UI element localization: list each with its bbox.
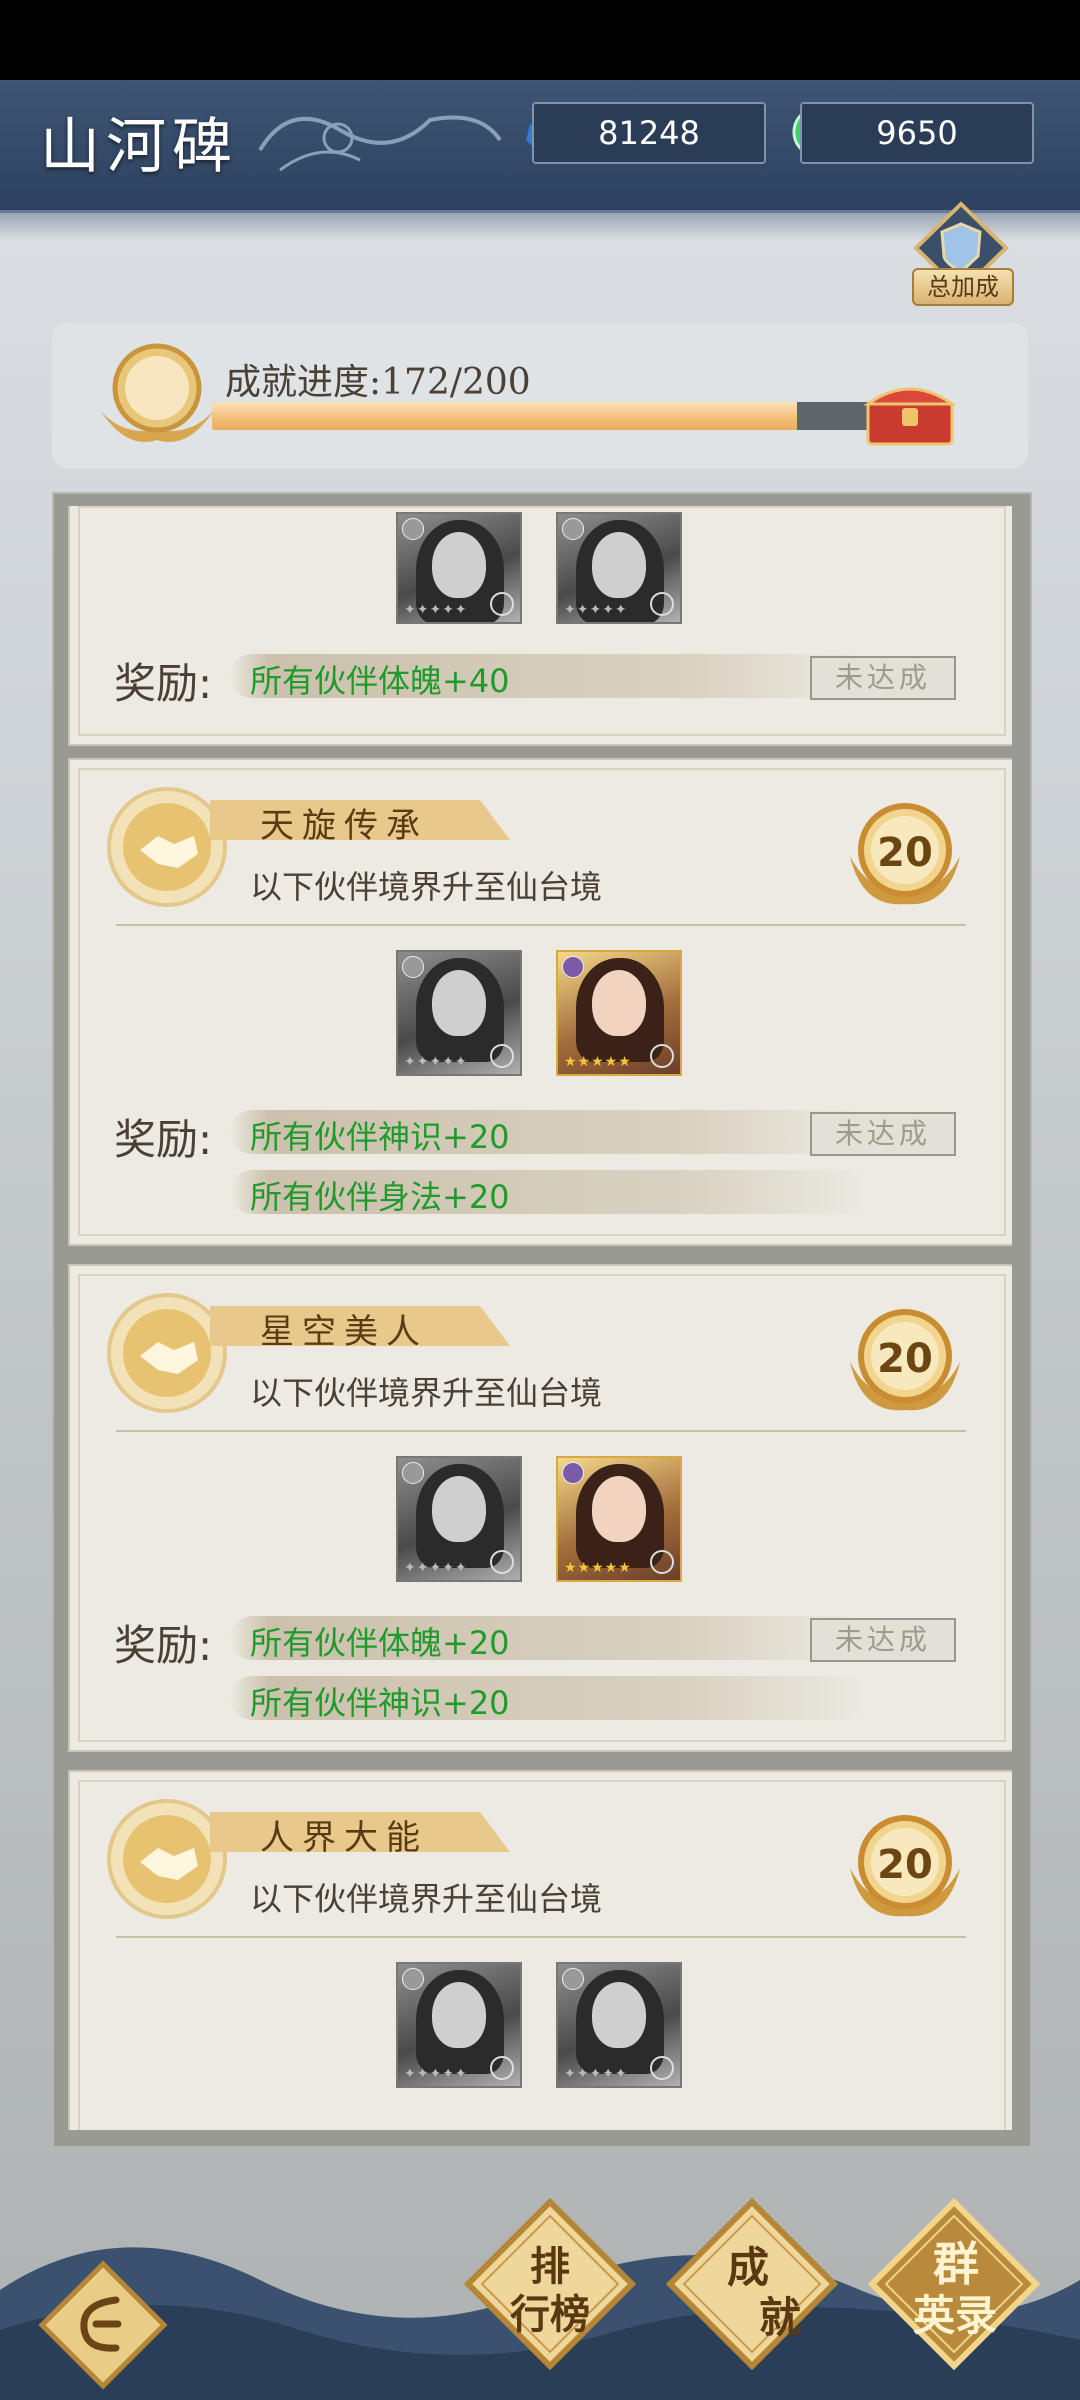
progress-value: 172/200 bbox=[381, 362, 531, 403]
progress-caption: 成就进度: bbox=[225, 362, 382, 403]
achievement-description: 以下伙伴境界升至仙台境 bbox=[250, 1880, 603, 1918]
jade-count: 9650 bbox=[876, 114, 958, 152]
reward-text: 所有伙伴神识+20 bbox=[250, 1118, 510, 1156]
partner-portrait: ✦✦✦✦✦ bbox=[396, 1456, 522, 1582]
status-not-achieved: 未达成 bbox=[810, 1112, 956, 1156]
achievement-card: 天旋传承 以下伙伴境界升至仙台境 20 ✦✦✦✦✦ ★★★★★ 奖励: 所有伙伴… bbox=[68, 758, 1012, 1246]
treasure-chest-icon[interactable] bbox=[862, 376, 958, 448]
jade-balance: 9650 bbox=[800, 102, 1034, 164]
medal-icon bbox=[100, 343, 214, 442]
achievement-points: 20 bbox=[877, 1842, 933, 1888]
crystal-balance: 81248 bbox=[532, 102, 766, 164]
achievement-card: ✦✦✦✦✦ ✦✦✦✦✦ 奖励: 所有伙伴体魄+40 未达成 bbox=[68, 506, 1012, 746]
crystal-count: 81248 bbox=[598, 114, 700, 152]
partner-portrait: ✦✦✦✦✦ bbox=[556, 1962, 682, 2088]
achievement-description: 以下伙伴境界升至仙台境 bbox=[250, 868, 603, 906]
total-bonus-button[interactable]: 总加成 bbox=[912, 268, 1014, 306]
partner-portrait: ✦✦✦✦✦ bbox=[396, 950, 522, 1076]
reward-label: 奖励: bbox=[114, 1115, 213, 1164]
partner-portrait: ✦✦✦✦✦ bbox=[396, 512, 522, 624]
reward-text: 所有伙伴体魄+40 bbox=[250, 662, 510, 700]
page-title: 山河碑 bbox=[40, 112, 238, 182]
achievement-points: 20 bbox=[877, 1336, 933, 1382]
reward-text: 所有伙伴神识+20 bbox=[250, 1684, 510, 1722]
divider bbox=[116, 1430, 966, 1432]
achievement-title: 星空美人 bbox=[260, 1312, 428, 1352]
reward-label: 奖励: bbox=[114, 659, 213, 708]
achievement-description: 以下伙伴境界升至仙台境 bbox=[250, 1374, 603, 1412]
status-bar bbox=[0, 0, 1080, 80]
progress-label: 成就进度:172/200 bbox=[225, 353, 531, 405]
status-not-achieved: 未达成 bbox=[810, 656, 956, 700]
progress-fill bbox=[212, 402, 797, 430]
status-not-achieved: 未达成 bbox=[810, 1618, 956, 1662]
reward-text: 所有伙伴身法+20 bbox=[250, 1178, 510, 1216]
achievement-points: 20 bbox=[877, 830, 933, 876]
cloud-swirl-decoration bbox=[258, 115, 502, 172]
partner-portrait: ★★★★★ bbox=[556, 1456, 682, 1582]
progress-bar bbox=[212, 402, 892, 430]
achievement-card: 人界大能 以下伙伴境界升至仙台境 20 ✦✦✦✦✦ ✦✦✦✦✦ bbox=[68, 1770, 1012, 2130]
divider bbox=[116, 924, 966, 926]
achievement-tab-label-2[interactable]: 就 bbox=[740, 2284, 820, 2345]
achievement-card: 星空美人 以下伙伴境界升至仙台境 20 ✦✦✦✦✦ ★★★★★ 奖励: 所有伙伴… bbox=[68, 1264, 1012, 1752]
achievement-title: 人界大能 bbox=[260, 1818, 428, 1858]
reward-label: 奖励: bbox=[114, 1621, 213, 1670]
achievement-list[interactable]: ✦✦✦✦✦ ✦✦✦✦✦ 奖励: 所有伙伴体魄+40 未达成 天旋传承 以下伙伴境… bbox=[68, 506, 1012, 2130]
leaderboard-tab-label-2[interactable]: 行榜 bbox=[500, 2282, 600, 2340]
partner-portrait: ★★★★★ bbox=[556, 950, 682, 1076]
heroes-tab-label-2[interactable]: 英录 bbox=[900, 2282, 1010, 2343]
partner-portrait: ✦✦✦✦✦ bbox=[556, 512, 682, 624]
divider bbox=[116, 1936, 966, 1938]
partner-portrait: ✦✦✦✦✦ bbox=[396, 1962, 522, 2088]
reward-text: 所有伙伴体魄+20 bbox=[250, 1624, 510, 1662]
top-header: 山河碑 81248 9650 bbox=[0, 80, 1080, 240]
back-button[interactable] bbox=[38, 2260, 168, 2390]
achievement-title: 天旋传承 bbox=[260, 806, 428, 846]
